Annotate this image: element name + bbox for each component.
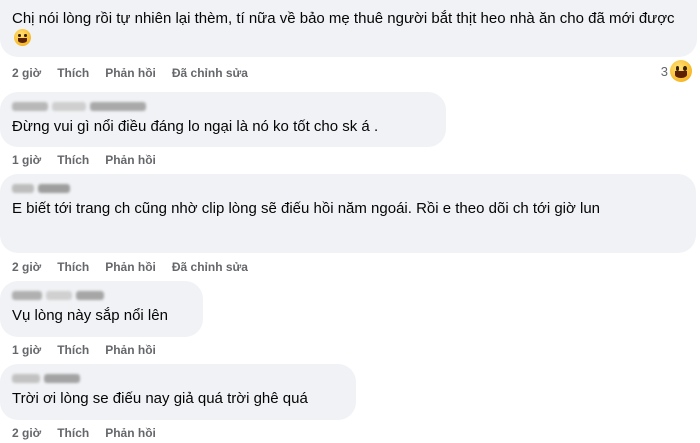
comment-actions: 2 giờ Thích Phản hồi <box>12 426 156 440</box>
comment-bubble: Trời ơi lòng se điếu nay giả quá trời gh… <box>0 364 356 420</box>
reply-button[interactable]: Phản hồi <box>105 260 156 274</box>
like-button[interactable]: Thích <box>57 66 89 80</box>
comment-bubble: Đừng vui gì nổi điều đáng lo ngại là nó … <box>0 92 446 147</box>
edited-label[interactable]: Đã chỉnh sửa <box>172 260 248 274</box>
comment-timestamp[interactable]: 2 giờ <box>12 66 41 80</box>
comment-text: Chị nói lòng rồi tự nhiên lại thèm, tí n… <box>12 9 685 49</box>
comment-bubble: E biết tới trang ch cũng nhờ clip lòng s… <box>0 174 696 253</box>
reaction-count: 3 <box>660 63 668 79</box>
like-button[interactable]: Thích <box>57 260 89 274</box>
comment-actions: 1 giờ Thích Phản hồi <box>12 343 156 357</box>
comment-text: E biết tới trang ch cũng nhờ clip lòng s… <box>12 200 601 217</box>
like-button[interactable]: Thích <box>57 153 89 167</box>
comment-actions: 2 giờ Thích Phản hồi Đã chỉnh sửa <box>12 66 248 80</box>
comment-timestamp[interactable]: 2 giờ <box>12 260 41 274</box>
like-button[interactable]: Thích <box>57 343 89 357</box>
comment-actions: 1 giờ Thích Phản hồi <box>12 153 156 167</box>
like-button[interactable]: Thích <box>57 426 89 440</box>
comment-text: Đừng vui gì nổi điều đáng lo ngại là nó … <box>12 118 379 135</box>
laughing-emoji-icon <box>670 60 692 82</box>
comment-bubble: Vụ lòng này sắp nổi lên <box>0 281 203 337</box>
commenter-name-blurred[interactable] <box>12 372 344 386</box>
comment-text: Trời ơi lòng se điếu nay giả quá trời gh… <box>12 390 308 407</box>
comment-actions: 2 giờ Thích Phản hồi Đã chỉnh sửa <box>12 260 248 274</box>
comment-bubble: Chị nói lòng rồi tự nhiên lại thèm, tí n… <box>0 0 697 57</box>
edited-label[interactable]: Đã chỉnh sửa <box>172 66 248 80</box>
reply-button[interactable]: Phản hồi <box>105 66 156 80</box>
reply-button[interactable]: Phản hồi <box>105 153 156 167</box>
reaction-summary[interactable]: 3 <box>661 60 692 82</box>
grinning-emoji-icon <box>14 29 31 46</box>
reply-button[interactable]: Phản hồi <box>105 343 156 357</box>
comment-timestamp[interactable]: 1 giờ <box>12 343 41 357</box>
comment-timestamp[interactable]: 2 giờ <box>12 426 41 440</box>
commenter-name-blurred[interactable] <box>12 182 684 196</box>
comment-timestamp[interactable]: 1 giờ <box>12 153 41 167</box>
reply-button[interactable]: Phản hồi <box>105 426 156 440</box>
comment-text: Vụ lòng này sắp nổi lên <box>12 307 168 324</box>
commenter-name-blurred[interactable] <box>12 100 434 114</box>
commenter-name-blurred[interactable] <box>12 289 191 303</box>
